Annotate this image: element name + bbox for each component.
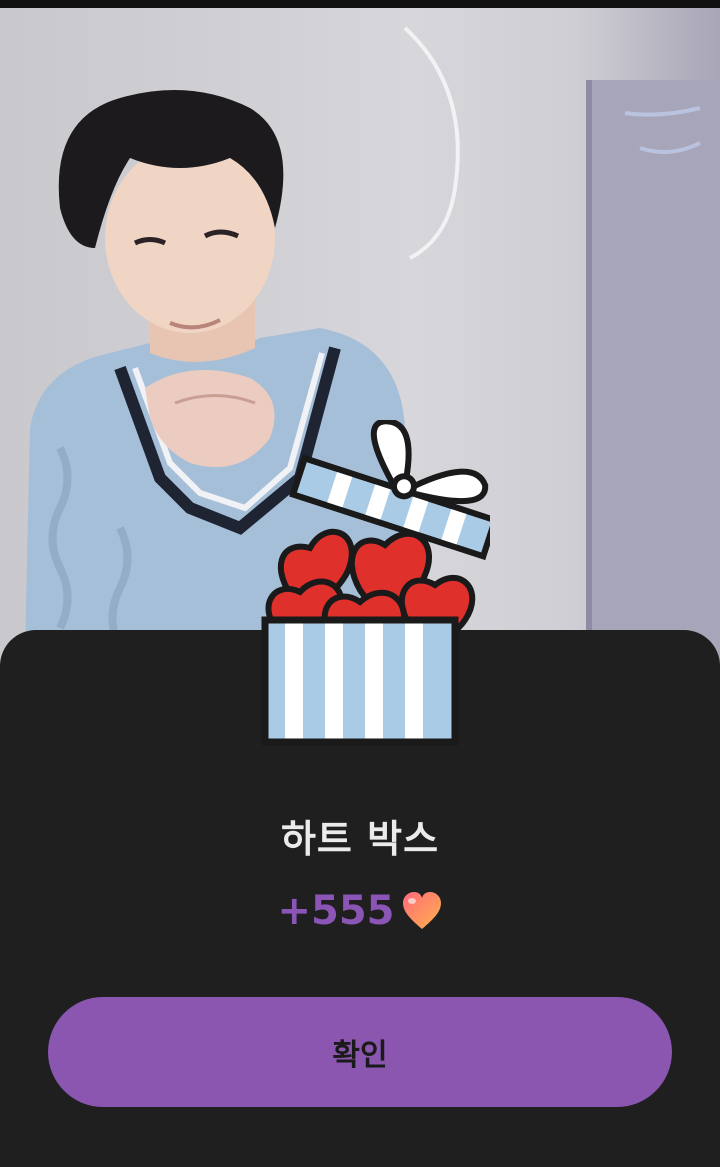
heart-box-screen: 하트 박스 +555 확인: [0, 0, 720, 1167]
status-bar: [0, 0, 720, 8]
confirm-button[interactable]: 확인: [48, 997, 672, 1107]
heart-icon: [401, 891, 443, 931]
reward-amount-row: +555: [0, 888, 720, 934]
reward-amount: +555: [277, 888, 395, 934]
open-gift-box-with-hearts-icon: [240, 418, 499, 760]
reward-title: 하트 박스: [280, 817, 440, 861]
